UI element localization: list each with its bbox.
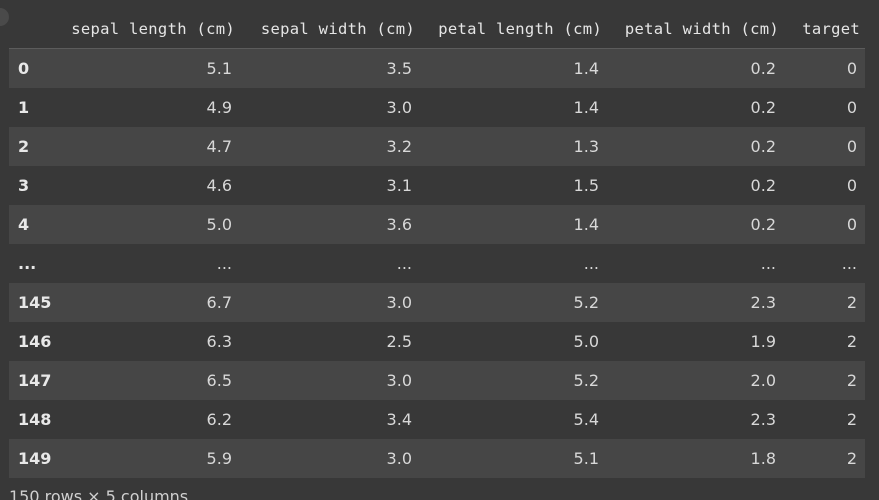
table-cell: 4.7 (206, 137, 232, 156)
table-cell: 3.0 (386, 293, 412, 312)
row-index: 0 (18, 59, 30, 78)
dataframe-shape-text: 150 rows × 5 columns (9, 487, 189, 500)
table-cell: 0.2 (750, 59, 776, 78)
column-header-petal-length: petal length (cm) (420, 10, 607, 49)
table-row: 149 5.9 3.0 5.1 1.8 2 (9, 439, 865, 478)
table-cell: 0 (846, 59, 857, 78)
table-cell: 1.5 (573, 176, 599, 195)
table-cell: 5.9 (206, 449, 232, 468)
cell-run-indicator (0, 8, 9, 26)
ellipsis-row: ... ... ... ... ... ... (9, 244, 865, 283)
table-cell: 4.6 (206, 176, 232, 195)
table-cell: 2 (846, 410, 857, 429)
table-cell: 3.5 (386, 59, 412, 78)
table-cell: 0.2 (750, 98, 776, 117)
table-cell: ... (760, 254, 776, 273)
table-cell: 1.3 (573, 137, 599, 156)
table-cell: 1.4 (573, 215, 599, 234)
table-row: 3 4.6 3.1 1.5 0.2 0 (9, 166, 865, 205)
table-cell: 5.2 (573, 293, 599, 312)
row-index: 4 (18, 215, 30, 234)
table-row: 146 6.3 2.5 5.0 1.9 2 (9, 322, 865, 361)
table-cell: 1.8 (750, 449, 776, 468)
table-cell: ... (396, 254, 412, 273)
table-cell: ... (841, 254, 857, 273)
row-index: 3 (18, 176, 30, 195)
table-cell: 0.2 (750, 215, 776, 234)
table-cell: 6.3 (206, 332, 232, 351)
row-index: 147 (18, 371, 52, 390)
table-cell: 0 (846, 98, 857, 117)
table-cell: ... (583, 254, 599, 273)
table-body: 0 5.1 3.5 1.4 0.2 0 1 4.9 3.0 1.4 0.2 0 … (9, 48, 865, 478)
row-index: 146 (18, 332, 52, 351)
table-cell: 0 (846, 176, 857, 195)
table-cell: 3.4 (386, 410, 412, 429)
table-cell: 2 (846, 449, 857, 468)
table-cell: 5.4 (573, 410, 599, 429)
column-header-sepal-width: sepal width (cm) (240, 10, 420, 49)
table-cell: 1.4 (573, 59, 599, 78)
table-cell: 2.5 (386, 332, 412, 351)
table-cell: 2 (846, 332, 857, 351)
table-cell: 0.2 (750, 137, 776, 156)
table-cell: 3.6 (386, 215, 412, 234)
column-header-target: target (784, 10, 865, 49)
table-cell: 0 (846, 215, 857, 234)
row-index: 1 (18, 98, 30, 117)
table-row: 0 5.1 3.5 1.4 0.2 0 (9, 48, 865, 88)
table-cell: 1.4 (573, 98, 599, 117)
table-cell: 4.9 (206, 98, 232, 117)
table-cell: 2.3 (750, 410, 776, 429)
index-header (9, 10, 55, 49)
table-cell: 5.1 (206, 59, 232, 78)
table-cell: 0.2 (750, 176, 776, 195)
column-header-petal-width: petal width (cm) (607, 10, 784, 49)
table-row: 147 6.5 3.0 5.2 2.0 2 (9, 361, 865, 400)
table-row: 148 6.2 3.4 5.4 2.3 2 (9, 400, 865, 439)
row-index: 149 (18, 449, 52, 468)
table-cell: 5.0 (206, 215, 232, 234)
table-cell: 5.2 (573, 371, 599, 390)
row-index: 145 (18, 293, 52, 312)
table-cell: 2 (846, 371, 857, 390)
table-cell: 3.0 (386, 98, 412, 117)
row-index: 2 (18, 137, 30, 156)
table-cell: 3.0 (386, 371, 412, 390)
row-index: 148 (18, 410, 52, 429)
table-cell: 0 (846, 137, 857, 156)
header-row: sepal length (cm) sepal width (cm) petal… (9, 10, 865, 49)
dataframe-table: sepal length (cm) sepal width (cm) petal… (9, 10, 865, 478)
table-cell: 6.7 (206, 293, 232, 312)
table-cell: 2.3 (750, 293, 776, 312)
column-header-sepal-length: sepal length (cm) (55, 10, 240, 49)
table-cell: 6.5 (206, 371, 232, 390)
table-row: 2 4.7 3.2 1.3 0.2 0 (9, 127, 865, 166)
table-cell: 2.0 (750, 371, 776, 390)
table-cell: 2 (846, 293, 857, 312)
table-cell: 1.9 (750, 332, 776, 351)
table-row: 1 4.9 3.0 1.4 0.2 0 (9, 88, 865, 127)
table-cell: 3.2 (386, 137, 412, 156)
table-cell: ... (216, 254, 232, 273)
table-cell: 3.0 (386, 449, 412, 468)
table-row: 145 6.7 3.0 5.2 2.3 2 (9, 283, 865, 322)
table-cell: 5.1 (573, 449, 599, 468)
table-cell: 5.0 (573, 332, 599, 351)
table-header: sepal length (cm) sepal width (cm) petal… (9, 10, 865, 49)
dataframe-output: sepal length (cm) sepal width (cm) petal… (9, 10, 865, 478)
row-index: ... (18, 254, 37, 273)
table-cell: 3.1 (386, 176, 412, 195)
table-row: 4 5.0 3.6 1.4 0.2 0 (9, 205, 865, 244)
table-cell: 6.2 (206, 410, 232, 429)
